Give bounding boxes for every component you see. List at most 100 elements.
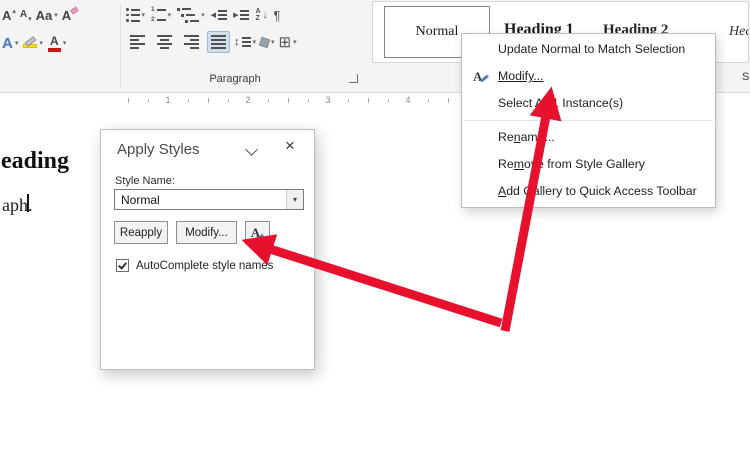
combo-dropdown-button[interactable]: ▾	[286, 190, 303, 209]
document-heading-text[interactable]: eading	[1, 148, 69, 175]
menu-item-rename[interactable]: Rename...	[462, 124, 715, 151]
menu-item-label: dd Gallery to Quick Access Toolbar	[506, 184, 696, 198]
align-center-button[interactable]	[153, 31, 176, 53]
increase-indent-button[interactable]: ▶	[233, 4, 249, 26]
ruler-number: 2	[242, 95, 254, 105]
paint-bucket-icon	[259, 36, 270, 47]
styles-group-label: S	[742, 71, 749, 83]
numbering-icon: 1 2	[151, 7, 166, 23]
show-paragraph-marks-button[interactable]: ¶	[274, 4, 281, 26]
grow-font-arrow-icon: ▴	[12, 7, 16, 15]
chevron-down-icon: ▾	[15, 40, 19, 47]
paragraph-dialog-launcher[interactable]	[349, 74, 358, 83]
menu-item-select-all[interactable]: Select All 1 Instance(s)	[462, 90, 715, 117]
clear-formatting-button[interactable]: A	[62, 4, 78, 26]
ruler-number: 3	[322, 95, 334, 105]
menu-separator	[464, 120, 713, 121]
font-color-button[interactable]: A ▾	[48, 32, 67, 54]
justify-icon	[211, 35, 226, 49]
indent-left-icon: ◀	[211, 12, 216, 19]
align-left-icon	[130, 35, 145, 49]
align-left-button[interactable]	[126, 31, 149, 53]
menu-item-label: Select All 1 Instance(s)	[498, 96, 623, 110]
font-color-glyph: A	[50, 35, 59, 47]
indent-bars-icon	[218, 10, 227, 20]
align-right-button[interactable]	[180, 31, 203, 53]
decrease-indent-button[interactable]: ◀	[211, 4, 227, 26]
change-case-glyph: Aa	[36, 9, 53, 22]
ruler-number: 4	[402, 95, 414, 105]
close-icon[interactable]: ×	[285, 137, 295, 154]
modify-style-icon: A	[473, 63, 482, 90]
chevron-down-icon: ▾	[142, 12, 146, 19]
menu-item-accel: m	[514, 157, 524, 171]
modify-button[interactable]: Modify...	[176, 221, 237, 244]
new-style-button[interactable]: A	[245, 221, 270, 244]
sort-arrow-icon: ↓	[263, 10, 268, 21]
chevron-down-icon: ▾	[54, 12, 58, 19]
chevron-down-icon: ▾	[201, 12, 205, 19]
chevron-down-icon: ▾	[63, 40, 67, 47]
highlighter-icon	[23, 39, 37, 48]
shrink-font-button[interactable]: A▾	[20, 4, 32, 26]
shrink-font-glyph: A	[20, 10, 27, 20]
pilcrow-icon: ¶	[274, 8, 281, 23]
font-color-icon: A	[48, 35, 61, 52]
style-name-combobox[interactable]: Normal ▾	[114, 189, 304, 210]
chevron-down-icon: ▾	[271, 39, 275, 46]
menu-item-add-to-qat[interactable]: Add Gallery to Quick Access Toolbar	[462, 178, 715, 205]
chevron-down-icon[interactable]	[245, 143, 258, 156]
word-window: A▴ A▾ Aa ▾ A A ▾ ▾	[0, 0, 750, 450]
autocomplete-checkbox[interactable]	[116, 259, 129, 272]
style-context-menu: Update Normal to Match Selection A Modif…	[461, 33, 716, 208]
numbering-button[interactable]: 1 2 ▾	[151, 4, 171, 26]
style-name-value: Normal	[121, 193, 160, 207]
style-heading-3[interactable]: Hea	[729, 24, 749, 40]
chevron-down-icon: ▾	[293, 196, 297, 204]
checkmark-icon	[118, 260, 127, 269]
pane-title: Apply Styles	[117, 141, 200, 158]
menu-item-label: Re	[498, 130, 514, 144]
paragraph-group-label: Paragraph	[122, 73, 348, 85]
text-effects-button[interactable]: A ▾	[2, 32, 18, 54]
menu-item-label: ove from Style Gallery	[524, 157, 645, 171]
line-spacing-button[interactable]: ↕ ▾	[234, 31, 256, 53]
change-case-button[interactable]: Aa ▾	[36, 4, 58, 26]
menu-item-label: ame...	[521, 130, 555, 144]
menu-item-accel: A	[498, 184, 506, 198]
multilevel-list-button[interactable]: ▾	[177, 4, 205, 26]
borders-grid-icon: ⊞	[279, 35, 292, 50]
menu-item-accel: Modify...	[498, 69, 544, 83]
line-spacing-icon: ↕	[234, 37, 240, 48]
sort-button[interactable]: A Z ↓	[255, 4, 267, 26]
ruler-number: 1	[162, 95, 174, 105]
sort-az-icon: A Z	[255, 8, 260, 22]
justify-button[interactable]	[207, 31, 230, 53]
borders-button[interactable]: ⊞ ▾	[279, 31, 297, 53]
chevron-down-icon: ▾	[253, 39, 257, 46]
align-center-icon	[157, 35, 172, 49]
chevron-down-icon: ▾	[293, 39, 297, 46]
text-highlight-button[interactable]: ▾	[23, 32, 43, 54]
shading-button[interactable]: ▾	[260, 31, 275, 53]
bullets-button[interactable]: ▾	[126, 4, 145, 26]
menu-item-label: Re	[498, 157, 514, 171]
menu-item-update-normal[interactable]: Update Normal to Match Selection	[462, 36, 715, 63]
bullets-icon	[126, 8, 140, 22]
chevron-down-icon: ▾	[168, 12, 172, 19]
style-name-label: Style Name:	[115, 175, 175, 187]
align-right-icon	[184, 35, 199, 49]
menu-item-modify[interactable]: A Modify...	[462, 63, 715, 90]
menu-item-accel: n	[514, 130, 521, 144]
grow-font-glyph: A	[2, 9, 11, 22]
menu-item-remove-from-gallery[interactable]: Remove from Style Gallery	[462, 151, 715, 178]
text-effects-glyph: A	[2, 36, 13, 51]
menu-item-label: Update Normal to Match Selection	[498, 42, 685, 56]
indent-right-icon: ▶	[233, 12, 238, 19]
reapply-button[interactable]: Reapply	[114, 221, 168, 244]
multilevel-list-icon	[177, 8, 199, 23]
group-divider	[120, 4, 121, 88]
indent-bars-icon	[240, 10, 249, 20]
grow-font-button[interactable]: A▴	[2, 4, 16, 26]
shrink-font-arrow-icon: ▾	[28, 15, 32, 23]
